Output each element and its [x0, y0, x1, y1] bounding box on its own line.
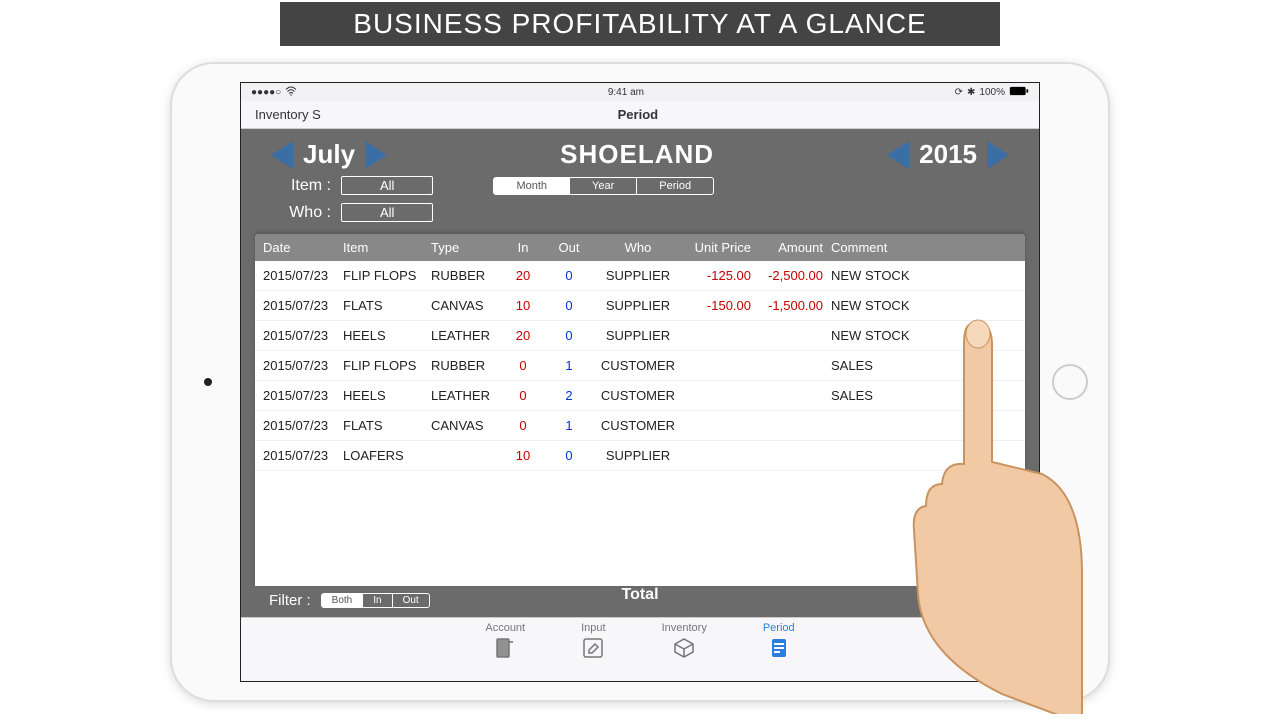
item-filter-label: Item :: [281, 177, 331, 195]
table-row[interactable]: 2015/07/23LOAFERS100SUPPLIER: [255, 441, 1025, 471]
column-header[interactable]: In: [501, 240, 545, 255]
footer-filter-both[interactable]: Both: [322, 594, 364, 607]
nav-bar: Inventory S Period: [241, 101, 1039, 129]
inventory-icon: [672, 636, 696, 663]
column-header[interactable]: Item: [339, 240, 427, 255]
table-row[interactable]: 2015/07/23FLIP FLOPSRUBBER200SUPPLIER-12…: [255, 261, 1025, 291]
who-filter-label: Who :: [281, 204, 331, 222]
footer-filter-in[interactable]: In: [363, 594, 392, 607]
table-header: DateItemTypeInOutWhoUnit PriceAmountComm…: [255, 234, 1025, 261]
nav-title: Period: [618, 107, 658, 122]
period-icon: [767, 636, 791, 663]
back-button[interactable]: Inventory S: [255, 107, 321, 122]
footer-filter-out[interactable]: Out: [393, 594, 429, 607]
column-header[interactable]: Comment: [827, 240, 1021, 255]
screen: ●●●●○ 9:41 am ⟳ ✱ 100% Inventory S Perio…: [240, 82, 1040, 682]
wifi-icon: [285, 86, 297, 99]
content-area: July SHOELAND 2015 Item : All MonthYearP…: [241, 129, 1039, 617]
account-icon: [493, 636, 517, 663]
tab-label: Input: [581, 622, 605, 634]
ipad-frame: ●●●●○ 9:41 am ⟳ ✱ 100% Inventory S Perio…: [170, 62, 1110, 702]
footer-filter-seg: BothInOut: [321, 593, 430, 608]
tab-period[interactable]: Period: [763, 622, 795, 681]
tab-label: Account: [485, 622, 525, 634]
share-icon[interactable]: [981, 578, 1007, 609]
tab-inventory[interactable]: Inventory: [662, 622, 707, 681]
company-name: SHOELAND: [560, 139, 714, 170]
view-tab-period[interactable]: Period: [637, 178, 713, 194]
view-tab-month[interactable]: Month: [494, 178, 570, 194]
view-tab-year[interactable]: Year: [570, 178, 637, 194]
table-row[interactable]: 2015/07/23FLIP FLOPSRUBBER01CUSTOMERSALE…: [255, 351, 1025, 381]
table-row[interactable]: 2015/07/23FLATSCANVAS01CUSTOMER: [255, 411, 1025, 441]
tab-label: Inventory: [662, 622, 707, 634]
data-table: DateItemTypeInOutWhoUnit PriceAmountComm…: [255, 234, 1025, 586]
month-next-button[interactable]: [365, 141, 387, 169]
year-next-button[interactable]: [987, 141, 1009, 169]
home-button[interactable]: [1052, 364, 1088, 400]
table-row[interactable]: 2015/07/23HEELSLEATHER02CUSTOMERSALES: [255, 381, 1025, 411]
year-label: 2015: [919, 139, 977, 170]
tab-input[interactable]: Input: [581, 622, 605, 681]
signal-icon: ●●●●○: [251, 87, 281, 98]
item-filter-select[interactable]: All: [341, 176, 433, 195]
column-header[interactable]: Amount: [755, 240, 827, 255]
tab-account[interactable]: Account: [485, 622, 525, 681]
bluetooth-icon: ✱: [967, 87, 975, 98]
input-icon: [581, 636, 605, 663]
battery-percent: 100%: [979, 87, 1005, 98]
tab-bar: Account Input Inventory Period: [241, 617, 1039, 681]
banner-title: BUSINESS PROFITABILITY AT A GLANCE: [280, 2, 1000, 46]
table-row[interactable]: 2015/07/23HEELSLEATHER200SUPPLIERNEW STO…: [255, 321, 1025, 351]
footer-filter-label: Filter :: [269, 592, 311, 609]
column-header[interactable]: Date: [259, 240, 339, 255]
column-header[interactable]: Out: [545, 240, 593, 255]
column-header[interactable]: Who: [593, 240, 683, 255]
who-filter-select[interactable]: All: [341, 203, 433, 222]
battery-icon: [1009, 86, 1029, 99]
table-row[interactable]: 2015/07/23FLATSCANVAS100SUPPLIER-150.00-…: [255, 291, 1025, 321]
status-time: 9:41 am: [608, 87, 644, 98]
rotation-lock-icon: ⟳: [955, 87, 963, 98]
view-segmented-control: MonthYearPeriod: [493, 177, 714, 195]
tab-label: Period: [763, 622, 795, 634]
table-body: 2015/07/23FLIP FLOPSRUBBER200SUPPLIER-12…: [255, 261, 1025, 586]
month-label: July: [303, 139, 355, 170]
camera-dot: [204, 378, 212, 386]
month-prev-button[interactable]: [271, 141, 293, 169]
column-header[interactable]: Unit Price: [683, 240, 755, 255]
status-bar: ●●●●○ 9:41 am ⟳ ✱ 100%: [241, 83, 1039, 101]
column-header[interactable]: Type: [427, 240, 501, 255]
total-label: Total: [621, 586, 658, 604]
year-prev-button[interactable]: [887, 141, 909, 169]
